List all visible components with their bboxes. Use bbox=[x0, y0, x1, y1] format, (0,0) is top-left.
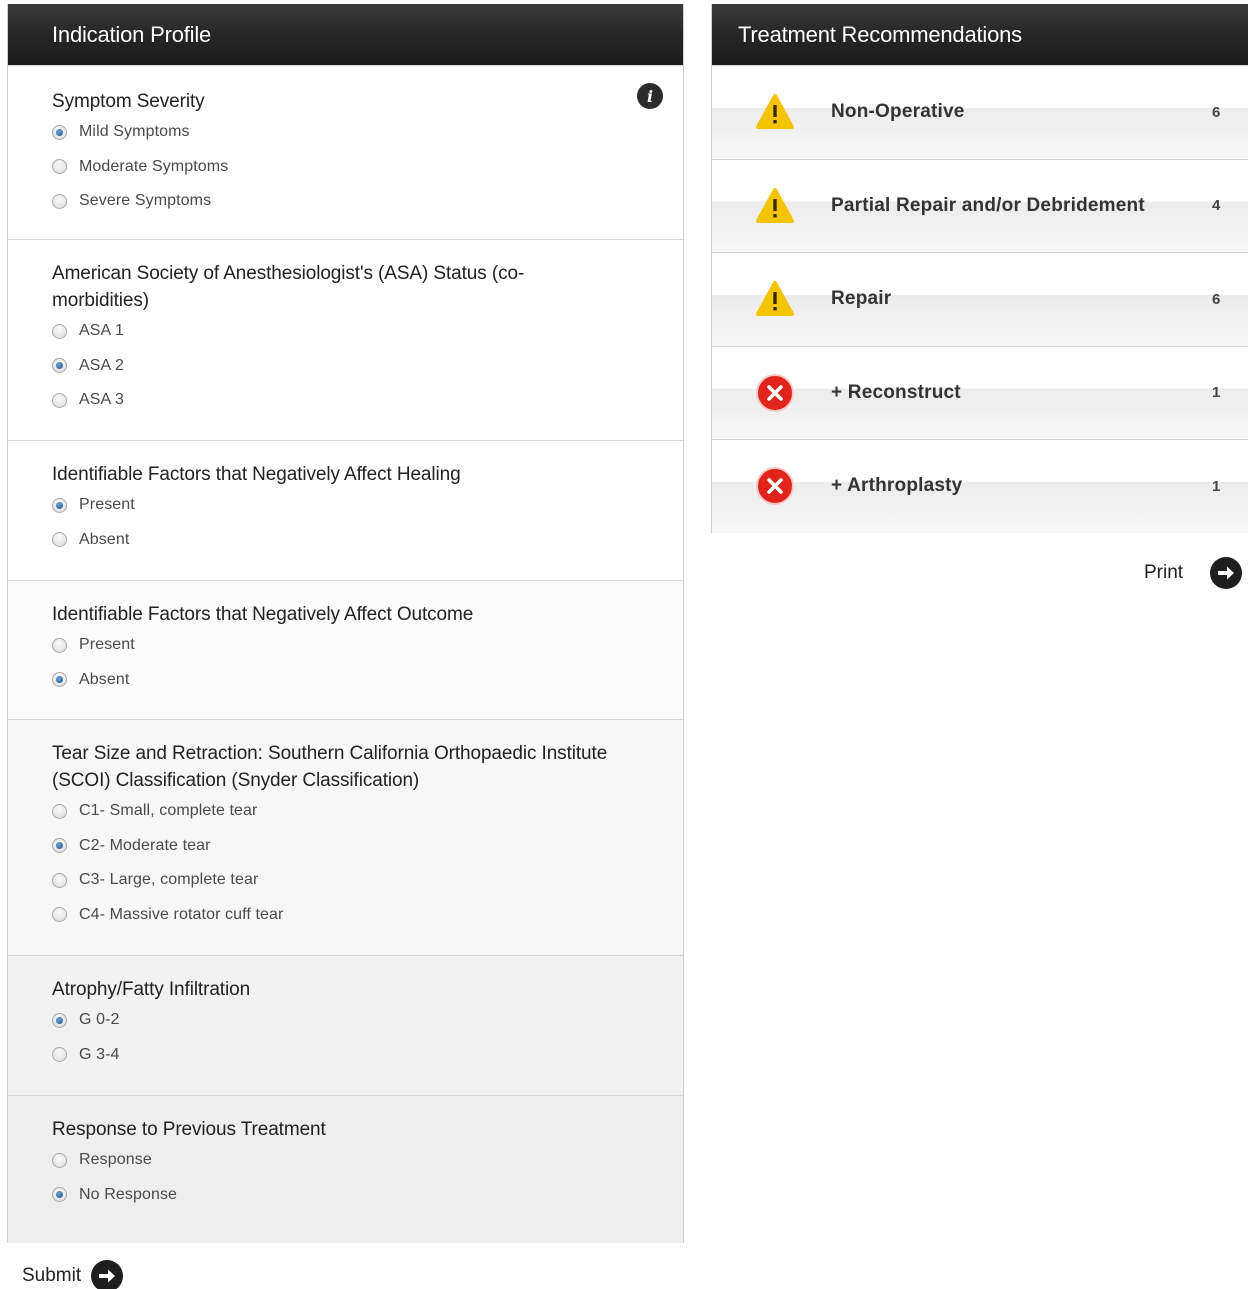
error-icon bbox=[756, 373, 794, 412]
treatment-recommendations-panel: Treatment Recommendations Non-Operative … bbox=[711, 4, 1248, 533]
recommendation-count: 1 bbox=[1212, 384, 1221, 402]
section-title: Identifiable Factors that Negatively Aff… bbox=[52, 604, 474, 625]
recommendation-label: Non-Operative bbox=[831, 101, 965, 123]
recommendation-row[interactable]: Partial Repair and/or Debridement 4 bbox=[712, 158, 1248, 252]
recommendation-label: Repair bbox=[831, 288, 892, 310]
option-label: Absent bbox=[79, 670, 130, 688]
radio-option[interactable]: Present bbox=[52, 628, 683, 663]
section-title: Tear Size and Retraction: Southern Calif… bbox=[52, 743, 608, 791]
arrow-right-icon bbox=[91, 1260, 124, 1289]
radio-button[interactable] bbox=[52, 124, 67, 140]
option-label: Severe Symptoms bbox=[79, 192, 212, 210]
radio-option[interactable]: Absent bbox=[52, 663, 683, 698]
recommendation-label: Partial Repair and/or Debridement bbox=[831, 194, 1145, 216]
recommendation-count: 4 bbox=[1212, 197, 1221, 215]
option-label: C3- Large, complete tear bbox=[79, 871, 259, 889]
option-label: Present bbox=[79, 636, 135, 654]
radio-option[interactable]: ASA 3 bbox=[52, 383, 543, 418]
radio-button[interactable] bbox=[52, 838, 67, 854]
section-healing-factors: Identifiable Factors that Negatively Aff… bbox=[8, 440, 683, 580]
radio-option[interactable]: ASA 2 bbox=[52, 349, 543, 384]
radio-button[interactable] bbox=[52, 193, 67, 209]
section-title: Identifiable Factors that Negatively Aff… bbox=[52, 464, 461, 485]
option-label: Absent bbox=[79, 530, 130, 548]
warning-icon bbox=[756, 187, 794, 223]
radio-button[interactable] bbox=[52, 907, 67, 923]
recommendation-label: + Arthroplasty bbox=[831, 475, 963, 497]
option-label: C1- Small, complete tear bbox=[79, 802, 258, 820]
submit-button[interactable]: Submit bbox=[22, 1260, 124, 1289]
section-outcome-factors: Identifiable Factors that Negatively Aff… bbox=[8, 580, 683, 719]
radio-option[interactable]: Present bbox=[52, 488, 683, 523]
radio-option[interactable]: Moderate Symptoms bbox=[52, 150, 683, 185]
option-label: C4- Massive rotator cuff tear bbox=[79, 905, 284, 923]
warning-icon bbox=[756, 94, 794, 130]
radio-option[interactable]: Absent bbox=[52, 523, 683, 558]
recommendation-row[interactable]: + Reconstruct 1 bbox=[712, 345, 1248, 439]
section-asa-status: American Society of Anesthesiologist's (… bbox=[8, 239, 683, 440]
section-tear-size: Tear Size and Retraction: Southern Calif… bbox=[8, 719, 683, 955]
radio-option[interactable]: No Response bbox=[52, 1178, 683, 1213]
print-label: Print bbox=[1144, 562, 1184, 583]
radio-option[interactable]: G 0-2 bbox=[52, 1003, 683, 1038]
option-label: G 3-4 bbox=[79, 1045, 120, 1063]
warning-icon bbox=[756, 281, 794, 317]
option-label: ASA 3 bbox=[79, 391, 124, 409]
radio-button[interactable] bbox=[52, 872, 67, 888]
radio-button[interactable] bbox=[52, 497, 67, 513]
option-label: ASA 2 bbox=[79, 356, 124, 374]
section-title: Symptom Severity bbox=[52, 91, 205, 112]
option-label: Moderate Symptoms bbox=[79, 157, 229, 175]
radio-option[interactable]: C2- Moderate tear bbox=[52, 829, 663, 864]
radio-button[interactable] bbox=[52, 392, 67, 408]
section-previous-treatment: Response to Previous Treatment Response … bbox=[8, 1095, 683, 1243]
radio-button[interactable] bbox=[52, 323, 67, 339]
option-label: ASA 1 bbox=[79, 322, 124, 340]
radio-option[interactable]: Mild Symptoms bbox=[52, 115, 683, 150]
print-button[interactable]: Print bbox=[1144, 557, 1243, 589]
radio-option[interactable]: Severe Symptoms bbox=[52, 184, 683, 219]
recommendation-row[interactable]: Non-Operative 6 bbox=[712, 65, 1248, 159]
option-label: No Response bbox=[79, 1185, 178, 1203]
panel-title: Indication Profile bbox=[8, 4, 683, 65]
radio-button[interactable] bbox=[52, 1012, 67, 1028]
recommendation-count: 6 bbox=[1212, 290, 1221, 308]
section-title: American Society of Anesthesiologist's (… bbox=[52, 263, 525, 311]
radio-button[interactable] bbox=[52, 358, 67, 374]
radio-button[interactable] bbox=[52, 532, 67, 548]
radio-option[interactable]: C4- Massive rotator cuff tear bbox=[52, 898, 663, 933]
radio-option[interactable]: ASA 1 bbox=[52, 314, 543, 349]
radio-button[interactable] bbox=[52, 637, 67, 653]
section-atrophy: Atrophy/Fatty Infiltration G 0-2 G 3-4 bbox=[8, 955, 683, 1095]
info-icon[interactable]: i bbox=[637, 83, 663, 109]
panel-title: Treatment Recommendations bbox=[712, 4, 1248, 65]
radio-option[interactable]: Response bbox=[52, 1143, 683, 1178]
recommendation-row[interactable]: + Arthroplasty 1 bbox=[712, 439, 1248, 533]
error-icon bbox=[756, 467, 794, 506]
submit-label: Submit bbox=[22, 1265, 82, 1286]
radio-button[interactable] bbox=[52, 803, 67, 819]
radio-button[interactable] bbox=[52, 159, 67, 175]
option-label: Present bbox=[79, 496, 135, 514]
recommendation-label: + Reconstruct bbox=[831, 381, 961, 403]
radio-option[interactable]: C1- Small, complete tear bbox=[52, 794, 663, 829]
section-symptom-severity: i Symptom Severity Mild Symptoms Moderat… bbox=[8, 65, 683, 239]
radio-button[interactable] bbox=[52, 1047, 67, 1063]
section-title: Response to Previous Treatment bbox=[52, 1119, 326, 1140]
option-label: G 0-2 bbox=[79, 1011, 120, 1029]
option-label: Response bbox=[79, 1151, 152, 1169]
indication-profile-panel: Indication Profile i Symptom Severity Mi… bbox=[7, 4, 684, 1243]
recommendation-count: 6 bbox=[1212, 103, 1221, 121]
option-label: C2- Moderate tear bbox=[79, 836, 211, 854]
radio-option[interactable]: G 3-4 bbox=[52, 1038, 683, 1073]
section-title: Atrophy/Fatty Infiltration bbox=[52, 979, 251, 1000]
arrow-right-icon bbox=[1210, 557, 1243, 589]
radio-button[interactable] bbox=[52, 1152, 67, 1168]
radio-button[interactable] bbox=[52, 1187, 67, 1203]
option-label: Mild Symptoms bbox=[79, 123, 190, 141]
radio-button[interactable] bbox=[52, 672, 67, 688]
recommendation-count: 1 bbox=[1212, 477, 1221, 495]
radio-option[interactable]: C3- Large, complete tear bbox=[52, 863, 663, 898]
recommendation-row[interactable]: Repair 6 bbox=[712, 252, 1248, 346]
